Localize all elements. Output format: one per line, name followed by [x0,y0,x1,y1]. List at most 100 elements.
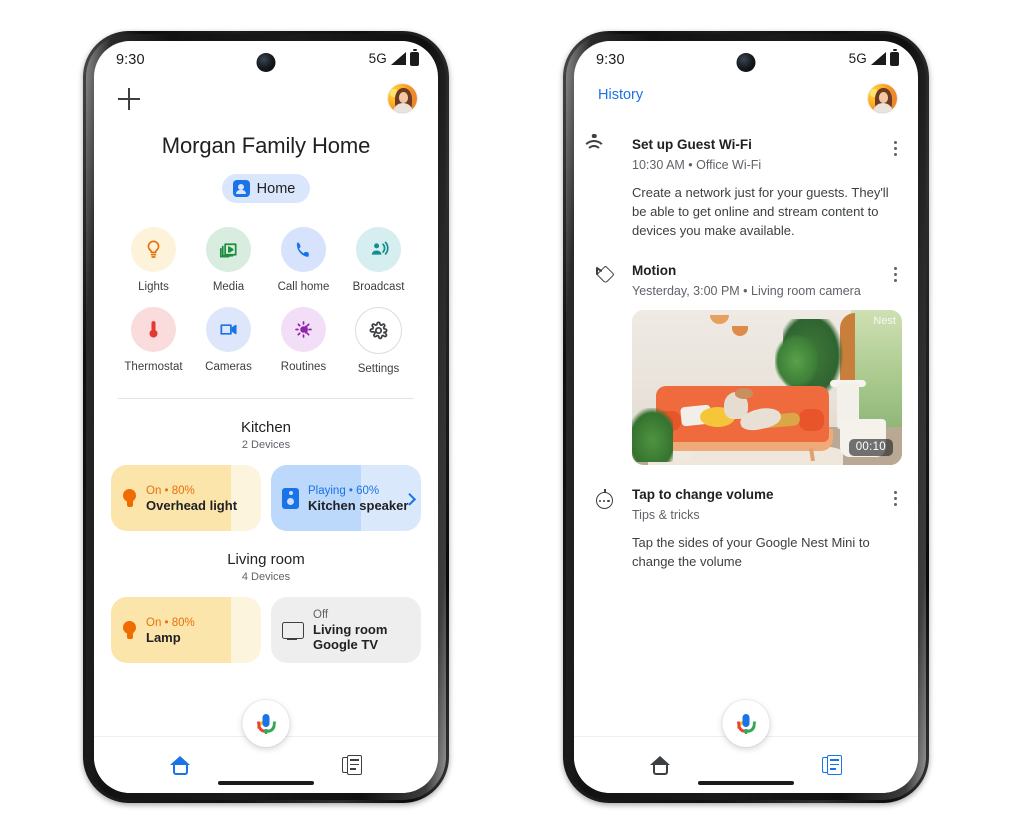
shortcut-broadcast[interactable]: Broadcast [341,227,416,294]
assistant-fab[interactable] [242,700,290,747]
shortcut-routines[interactable]: Routines [266,307,341,376]
assistant-mic-icon [735,712,757,736]
shortcut-thermostat[interactable]: Thermostat [116,307,191,376]
shortcut-label: Settings [357,363,400,376]
clip-duration-badge: 00:10 [848,438,893,456]
shortcut-lights[interactable]: Lights [116,227,191,294]
front-camera-punch-hole [256,53,276,72]
screenshot-stage: 9:30 5G Morgan Family Home Home Lights M… [0,0,1024,834]
shortcut-label: Lights [138,281,169,293]
camera-clip-thumbnail[interactable]: Nest 00:10 [632,309,902,465]
network-label: 5G [848,51,867,66]
rooms-list: Kitchen 2 Devices On • 80% Overhead light Pl… [94,419,438,664]
phone-icon [281,227,326,272]
wifi-icon [582,133,618,163]
device-card[interactable]: On • 80% Overhead light [111,465,261,532]
status-bar: 9:30 5G [94,41,438,83]
lightbulb-icon [131,227,176,272]
device-state: Playing • 60% [308,484,380,497]
room-device-count: 4 Devices [241,571,291,584]
kebab-menu-icon[interactable] [886,489,904,509]
section-divider [118,398,414,400]
signal-icon [871,52,886,65]
shortcut-label: Routines [280,361,327,374]
status-indicators: 5G [849,51,899,66]
shortcut-cameras[interactable]: Cameras [191,307,266,376]
kebab-menu-icon[interactable] [886,139,904,159]
gesture-bar [218,781,314,785]
home-icon [169,755,191,775]
screen-home: 9:30 5G Morgan Family Home Home Lights M… [94,41,438,793]
device-name-line2: Google TV [313,637,378,653]
history-card-body: Set up Guest Wi-Fi 10:30 AM • Office Wi-F… [632,137,902,241]
history-card-description: Tap the sides of your Google Nest Mini t… [632,534,870,569]
kebab-menu-icon[interactable] [886,265,904,285]
thermostat-icon [131,307,176,353]
home-chip-row: Home [94,174,438,203]
signal-icon [391,52,406,65]
history-card-title: Motion [632,262,677,278]
front-camera-punch-hole [736,53,756,72]
status-indicators: 5G [369,51,419,66]
room-name: Living room [227,551,305,569]
battery-icon [890,51,899,66]
broadcast-icon [356,227,401,272]
history-top-bar: History [574,83,918,125]
gear-icon [355,307,402,355]
avatar[interactable] [387,83,418,114]
shortcut-media[interactable]: Media [191,227,266,294]
device-name-line1: Living room [313,621,388,637]
history-card-title: Tap to change volume [632,486,774,502]
tips-icon [594,488,618,513]
lightbulb-icon [122,488,137,508]
history-card-title: Set up Guest Wi-Fi [632,137,752,152]
phone-history-screen: 9:30 5G History Set up Guest Wi-Fi 10:30 … [563,31,929,803]
battery-icon [410,51,419,66]
history-card[interactable]: Tap to change volume Tips & tricks Tap the… [574,487,918,572]
assistant-fab[interactable] [722,700,770,747]
history-card-meta: 10:30 AM • Office Wi-Fi [632,157,762,172]
room-device-count: 2 Devices [241,439,291,452]
feed-icon [822,755,842,775]
home-icon [649,755,671,775]
device-card-row: On • 80% Overhead light Playing • 60% Kitch… [111,465,421,532]
history-feed: Set up Guest Wi-Fi 10:30 AM • Office Wi-F… [574,133,918,572]
home-top-bar [94,83,438,123]
device-name: Living room Google TV [313,622,387,654]
home-chip-label: Home [256,180,296,197]
assistant-mic-icon [255,712,277,736]
page-title: Morgan Family Home [161,133,371,158]
history-card-description: Create a network just for your guests. T… [632,185,889,238]
status-bar: 9:30 5G [574,41,918,83]
shortcut-label: Broadcast [352,281,405,293]
device-card[interactable]: Playing • 60% Kitchen speaker [271,465,421,532]
tv-icon [282,621,304,640]
history-title[interactable]: History [598,87,643,103]
home-filter-chip[interactable]: Home [221,174,311,203]
shortcut-call-home[interactable]: Call home [266,227,341,294]
device-state: Off [313,608,329,621]
screen-history: 9:30 5G History Set up Guest Wi-Fi 10:30 … [574,41,918,793]
history-card-body: Motion Yesterday, 3:00 PM • Living room c… [632,263,902,465]
history-card-body: Tap to change volume Tips & tricks Tap the… [632,487,902,572]
device-state: On • 80% [146,616,195,629]
home-chip-icon [232,180,250,197]
shortcut-settings[interactable]: Settings [341,307,416,376]
camcorder-icon [206,307,251,353]
gesture-bar [698,781,794,785]
device-card[interactable]: On • 80% Lamp [111,597,261,664]
add-icon[interactable] [118,88,140,110]
network-label: 5G [368,51,387,66]
shortcut-label: Call home [277,281,330,293]
history-card[interactable]: Set up Guest Wi-Fi 10:30 AM • Office Wi-F… [574,133,918,241]
device-name: Lamp [146,629,181,645]
feed-icon [342,755,362,775]
room-name: Kitchen [240,419,292,437]
device-card-row: On • 80% Lamp Off Living room Google TV [111,597,421,664]
history-card-meta: Yesterday, 3:00 PM • Living room camera [632,283,861,298]
avatar[interactable] [867,83,898,114]
device-card[interactable]: Off Living room Google TV [271,597,421,664]
media-icon [206,227,251,272]
status-clock: 9:30 [116,52,145,68]
history-card[interactable]: Motion Yesterday, 3:00 PM • Living room c… [574,263,918,465]
